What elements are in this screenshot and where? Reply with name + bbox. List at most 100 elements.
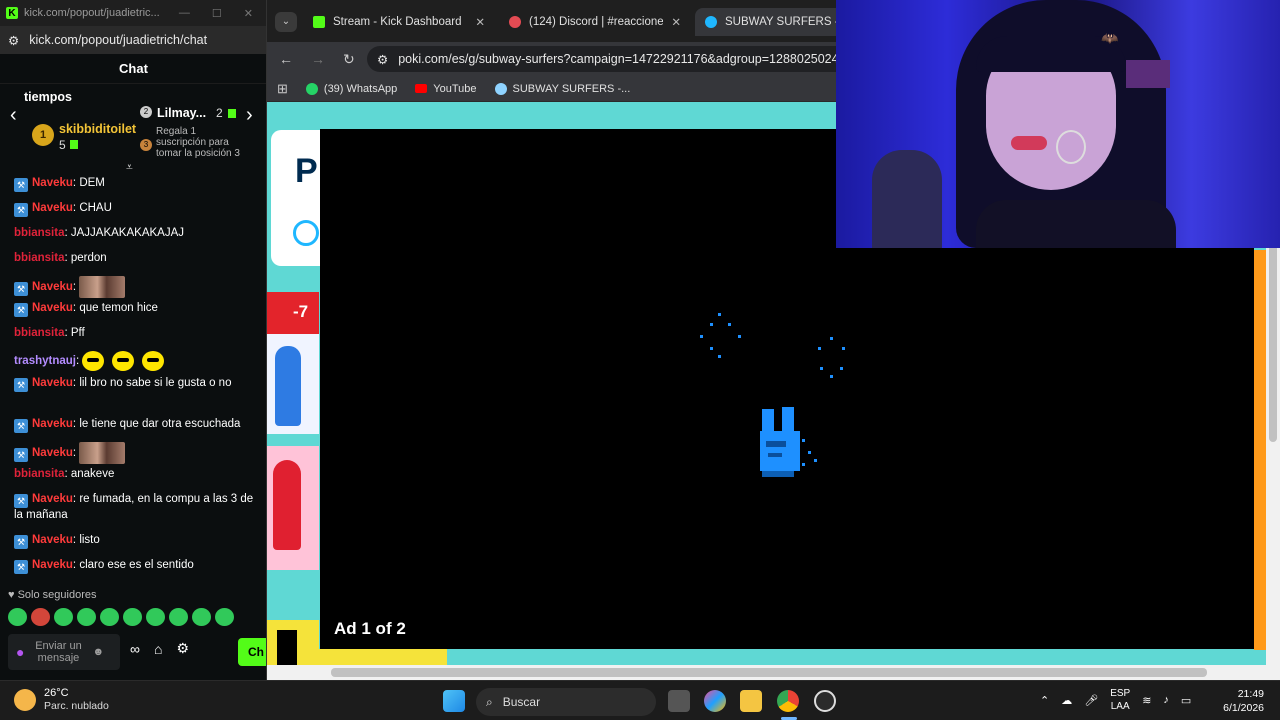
forward-icon[interactable]: → [311, 51, 325, 67]
emote-icon[interactable] [8, 608, 27, 626]
chat-username[interactable]: Naveku [32, 534, 73, 546]
chrome-icon[interactable] [777, 690, 799, 712]
poki-logo-icon: P [295, 152, 318, 190]
game-thumbnail[interactable] [267, 446, 319, 570]
emote-icon[interactable] [146, 608, 165, 626]
close-tab-icon[interactable]: ✕ [475, 15, 493, 29]
chat-username[interactable]: bbiansita [14, 468, 64, 480]
bookmark-youtube[interactable]: YouTube [415, 83, 477, 95]
start-icon[interactable] [443, 690, 465, 712]
kick-logo-icon: K [6, 7, 18, 19]
site-settings-icon[interactable]: ⚙ [8, 33, 19, 48]
address-url[interactable]: poki.com/es/g/subway-surfers?campaign=14… [398, 52, 861, 66]
chat-username[interactable]: bbiansita [14, 227, 64, 239]
leaderboard-second-name[interactable]: Lilmay... [157, 106, 206, 120]
leaderboard-first-name[interactable]: skibbiditoilet [59, 122, 136, 136]
emote-icon[interactable] [215, 608, 234, 626]
site-info-icon[interactable]: ⚙ [377, 52, 388, 67]
emote-icon[interactable] [54, 608, 73, 626]
kick-icon [313, 16, 325, 28]
chat-username[interactable]: Naveku [32, 559, 73, 571]
poki-icon [494, 82, 507, 95]
back-icon[interactable]: ← [279, 51, 293, 67]
emote-icon[interactable] [169, 608, 188, 626]
emote-icon[interactable] [123, 608, 142, 626]
language-indicator[interactable]: ESP LAA [1110, 687, 1130, 713]
chat-text: Pff [70, 327, 85, 339]
bookmark-whatsapp[interactable]: (39) WhatsApp [305, 82, 398, 95]
file-explorer-icon[interactable] [740, 690, 762, 712]
emote-icon[interactable] [31, 608, 50, 626]
battery-icon[interactable]: ▭ [1181, 694, 1191, 707]
emote-icon[interactable] [192, 608, 211, 626]
obs-icon[interactable] [814, 690, 836, 712]
rank-2-badge: 2 [140, 106, 152, 118]
chat-username[interactable]: trashytnauj [14, 355, 76, 367]
chat-username[interactable]: Naveku [32, 281, 73, 293]
sparkle-icon [700, 313, 741, 358]
chat-username[interactable]: Naveku [32, 377, 73, 389]
bat-decoration-icon: 🦇 [1101, 30, 1119, 46]
chat-messages: ⚒ Naveku: DEM ⚒ Naveku: CHAU bbiansita: JAJJ… [0, 172, 263, 582]
chat-username[interactable]: Naveku [32, 447, 73, 459]
streamer-shirt [976, 200, 1176, 248]
chat-username[interactable]: Naveku [32, 177, 73, 189]
webcam-overlay: 🦇 [836, 0, 1280, 248]
task-view-icon[interactable] [668, 690, 690, 712]
scrollbar-thumb[interactable] [331, 668, 1207, 677]
chat-url-bar[interactable]: ⚙ kick.com/popout/juadietrich/chat [0, 26, 266, 54]
poki-logo-card[interactable]: P [271, 130, 321, 266]
chat-message: ⚒ Naveku: [14, 442, 254, 464]
chevron-up-icon[interactable]: ⌃ [1040, 694, 1049, 707]
bookmark-subway-surfers[interactable]: SUBWAY SURFERS -... [494, 82, 630, 95]
chat-url[interactable]: kick.com/popout/juadietrich/chat [29, 33, 207, 47]
wifi-icon[interactable]: ≋ [1142, 694, 1151, 707]
character-icon [273, 460, 301, 550]
maximize-icon[interactable]: ☐ [212, 7, 222, 20]
bookmark-label: (39) WhatsApp [323, 82, 398, 95]
copilot-icon[interactable] [704, 690, 726, 712]
emote-icon[interactable] [77, 608, 96, 626]
chevron-right-icon[interactable]: › [246, 104, 253, 127]
store-icon[interactable]: ⌂ [154, 641, 162, 657]
chevron-left-icon[interactable]: ‹ [10, 104, 17, 127]
chat-header: Chat [0, 54, 266, 84]
apps-grid-icon[interactable]: ⊞ [277, 81, 288, 97]
tab-kick-dashboard[interactable]: Stream - Kick Dashboard ✕ [303, 8, 493, 36]
weather-widget[interactable]: 26°C Parc. nublado [14, 687, 109, 713]
user-icon[interactable] [293, 220, 319, 246]
horizontal-scrollbar[interactable] [267, 665, 1280, 680]
tab-search-icon[interactable]: ⌄ [275, 12, 297, 32]
microphone-icon[interactable]: ● [16, 645, 24, 659]
volume-icon[interactable]: ♪ [1163, 694, 1169, 706]
chat-send-button[interactable]: Ch [238, 638, 266, 666]
settings-icon[interactable]: ⚙ [176, 640, 189, 657]
reload-icon[interactable]: ↻ [343, 51, 355, 68]
chat-username[interactable]: Naveku [32, 202, 73, 214]
clock[interactable]: 21:49 6/1/2026 [1218, 687, 1264, 715]
chat-username[interactable]: bbiansita [14, 327, 64, 339]
taskbar-search[interactable]: ⌕ Buscar [476, 688, 656, 716]
chat-text: anakeve [70, 468, 115, 480]
emote-icon[interactable] [100, 608, 119, 626]
emoji-icon[interactable]: ☻ [92, 646, 104, 658]
chat-text: perdon [70, 252, 107, 264]
chat-username[interactable]: Naveku [32, 302, 73, 314]
mic-tray-icon[interactable]: 🎤︎ [1084, 694, 1098, 707]
close-icon[interactable]: ✕ [244, 7, 253, 20]
chat-username[interactable]: Naveku [32, 493, 73, 505]
minimize-icon[interactable]: — [179, 7, 190, 20]
close-tab-icon[interactable]: ✕ [671, 15, 689, 29]
chat-username[interactable]: Naveku [32, 418, 73, 430]
moderator-badge-icon: ⚒ [14, 282, 28, 297]
chat-message: ⚒ Naveku: listo [14, 533, 254, 549]
tab-discord[interactable]: (124) Discord | #reacciones-mu ✕ [499, 8, 689, 36]
onedrive-icon[interactable]: ☁ [1061, 694, 1072, 707]
game-thumbnail[interactable] [267, 334, 319, 434]
chat-input[interactable]: ● Enviar un mensaje ☻ [8, 634, 120, 670]
chat-username[interactable]: bbiansita [14, 252, 64, 264]
game-thumbnail[interactable]: -7 [267, 292, 319, 334]
kick-powerups-icon[interactable]: ∞ [130, 641, 140, 657]
earring-icon [1056, 130, 1086, 164]
tab-subway-surfers[interactable]: SUBWAY SURFERS - ¡Jueg [695, 8, 855, 36]
